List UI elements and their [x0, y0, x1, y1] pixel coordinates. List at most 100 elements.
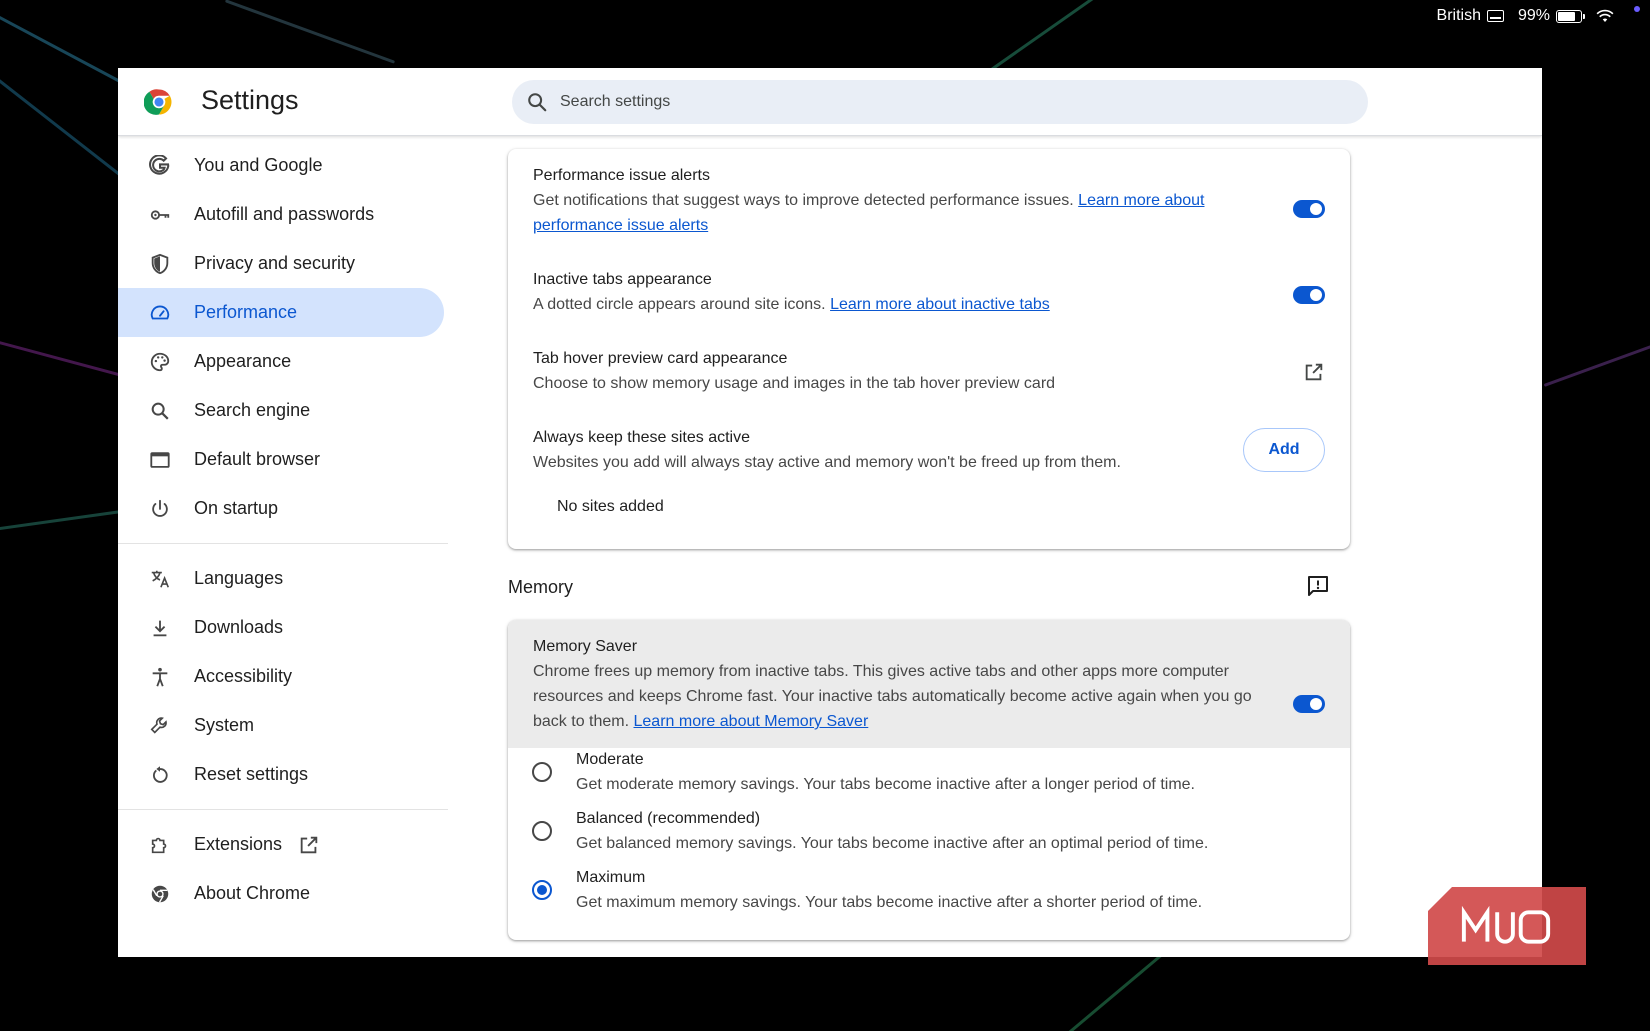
settings-window: Settings You and Google Autofill and pas…: [118, 68, 1542, 957]
chrome-logo-icon: [144, 89, 172, 115]
sidebar-item-label: You and Google: [194, 155, 323, 175]
no-sites-row: No sites added: [557, 494, 1325, 519]
sidebar-item-label: System: [194, 715, 255, 735]
keep-active-row: Always keep these sites active Websites …: [533, 426, 1325, 475]
sidebar-item-default-browser[interactable]: Default browser: [118, 435, 444, 484]
memory-saver-desc: Chrome frees up memory from inactive tab…: [533, 659, 1273, 734]
wrench-icon: [148, 714, 172, 738]
performance-card: Performance issue alerts Get notificatio…: [508, 149, 1350, 549]
sidebar-item-autofill[interactable]: Autofill and passwords: [118, 190, 444, 239]
puzzle-icon: [148, 833, 172, 857]
memory-option-maximum[interactable]: Maximum Get maximum memory savings. Your…: [532, 866, 1325, 915]
keyboard-icon: [1486, 10, 1504, 22]
key-icon: [148, 203, 172, 227]
no-sites-text: No sites added: [557, 498, 664, 515]
memory-option-balanced[interactable]: Balanced (recommended) Get balanced memo…: [532, 807, 1325, 856]
translate-icon: [148, 567, 172, 591]
sidebar-item-label: About Chrome: [194, 883, 311, 903]
sidebar-item-privacy[interactable]: Privacy and security: [118, 239, 444, 288]
muo-logo-icon: [1461, 906, 1551, 944]
site-watermark-logo: [1428, 887, 1586, 965]
search-input[interactable]: [560, 93, 1340, 111]
battery-menu[interactable]: 99%: [1517, 7, 1585, 25]
sidebar: You and Google Autofill and passwords Pr…: [118, 137, 448, 957]
memory-section-heading: Memory: [508, 577, 574, 597]
sidebar-item-appearance[interactable]: Appearance: [118, 337, 444, 386]
memory-saver-learn-more-link[interactable]: Learn more about Memory Saver: [634, 713, 869, 730]
memory-card: Memory Saver Chrome frees up memory from…: [508, 620, 1350, 940]
search-icon: [148, 399, 172, 423]
search-icon: [528, 93, 547, 112]
memory-saver-row: Memory Saver Chrome frees up memory from…: [533, 635, 1325, 734]
accessibility-icon: [148, 665, 172, 689]
sidebar-divider: [118, 809, 448, 810]
performance-alerts-desc: Get notifications that suggest ways to i…: [533, 188, 1263, 238]
page-title: Settings: [201, 85, 299, 115]
notification-dot: [1634, 6, 1640, 12]
keep-active-desc: Websites you add will always stay active…: [533, 454, 1121, 471]
sidebar-item-search-engine[interactable]: Search engine: [118, 386, 444, 435]
hover-card-desc: Choose to show memory usage and images i…: [533, 375, 1056, 392]
keyboard-layout-menu[interactable]: British: [1437, 7, 1504, 25]
settings-main: Performance issue alerts Get notificatio…: [508, 137, 1352, 957]
sidebar-item-label: Accessibility: [194, 666, 293, 686]
shield-icon: [148, 252, 172, 276]
browser-window-icon: [148, 448, 172, 472]
sidebar-item-on-startup[interactable]: On startup: [118, 484, 444, 533]
battery-icon: [1556, 9, 1585, 23]
moderate-desc: Get moderate memory savings. Your tabs b…: [576, 776, 1195, 793]
inactive-tabs-learn-more-link[interactable]: Learn more about inactive tabs: [830, 296, 1050, 313]
wifi-icon: [1596, 9, 1614, 22]
sidebar-item-you-and-google[interactable]: You and Google: [118, 141, 444, 190]
sidebar-item-label: Default browser: [194, 449, 321, 469]
inactive-tabs-row: Inactive tabs appearance A dotted circle…: [533, 268, 1325, 317]
sidebar-item-languages[interactable]: Languages: [118, 554, 444, 603]
sidebar-item-label: Performance: [194, 302, 298, 322]
balanced-desc: Get balanced memory savings. Your tabs b…: [576, 835, 1209, 852]
sidebar-item-label: On startup: [194, 498, 279, 518]
sidebar-item-label: Search engine: [194, 400, 311, 420]
sidebar-item-reset-settings[interactable]: Reset settings: [118, 750, 444, 799]
sidebar-item-extensions[interactable]: Extensions: [118, 820, 444, 869]
memory-option-moderate[interactable]: Moderate Get moderate memory savings. Yo…: [532, 748, 1325, 797]
inactive-tabs-toggle[interactable]: [1293, 286, 1325, 304]
hover-card-title: Tab hover preview card appearance: [533, 350, 788, 367]
wifi-menu[interactable]: [1596, 9, 1614, 23]
maximum-title: Maximum: [576, 869, 646, 886]
performance-alerts-toggle[interactable]: [1293, 200, 1325, 218]
feedback-icon[interactable]: [1306, 574, 1330, 598]
sidebar-item-label: Autofill and passwords: [194, 204, 375, 224]
sidebar-divider: [118, 543, 448, 544]
search-bar[interactable]: [512, 80, 1368, 124]
sidebar-item-about-chrome[interactable]: About Chrome: [118, 869, 444, 918]
battery-percent: 99%: [1517, 7, 1550, 24]
speedometer-icon: [148, 301, 172, 325]
moderate-title: Moderate: [576, 751, 644, 768]
chrome-icon: [148, 882, 172, 906]
hover-card-row[interactable]: Tab hover preview card appearance Choose…: [533, 347, 1325, 396]
external-link-icon[interactable]: [1303, 361, 1325, 383]
external-link-icon: [300, 836, 318, 853]
sidebar-item-performance[interactable]: Performance: [118, 288, 444, 337]
balanced-radio[interactable]: [532, 821, 552, 841]
sidebar-item-downloads[interactable]: Downloads: [118, 603, 444, 652]
keyboard-layout-label: British: [1436, 7, 1481, 24]
download-icon: [148, 616, 172, 640]
palette-icon: [148, 350, 172, 374]
add-site-button[interactable]: Add: [1243, 428, 1325, 472]
menu-bar: British 99%: [0, 0, 1650, 32]
settings-toolbar: Settings: [118, 68, 1542, 136]
sidebar-item-system[interactable]: System: [118, 701, 444, 750]
power-icon: [148, 497, 172, 521]
inactive-tabs-desc-text: A dotted circle appears around site icon…: [533, 296, 831, 313]
sidebar-item-accessibility[interactable]: Accessibility: [118, 652, 444, 701]
wallpaper-streak: [0, 510, 120, 533]
memory-saver-toggle[interactable]: [1293, 695, 1325, 713]
balanced-title: Balanced (recommended): [576, 810, 761, 827]
google-icon: [148, 154, 172, 178]
inactive-tabs-desc: A dotted circle appears around site icon…: [533, 292, 1325, 317]
sidebar-item-label: Privacy and security: [194, 253, 356, 273]
maximum-radio[interactable]: [532, 880, 552, 900]
performance-alerts-row: Performance issue alerts Get notificatio…: [533, 164, 1325, 238]
moderate-radio[interactable]: [532, 762, 552, 782]
